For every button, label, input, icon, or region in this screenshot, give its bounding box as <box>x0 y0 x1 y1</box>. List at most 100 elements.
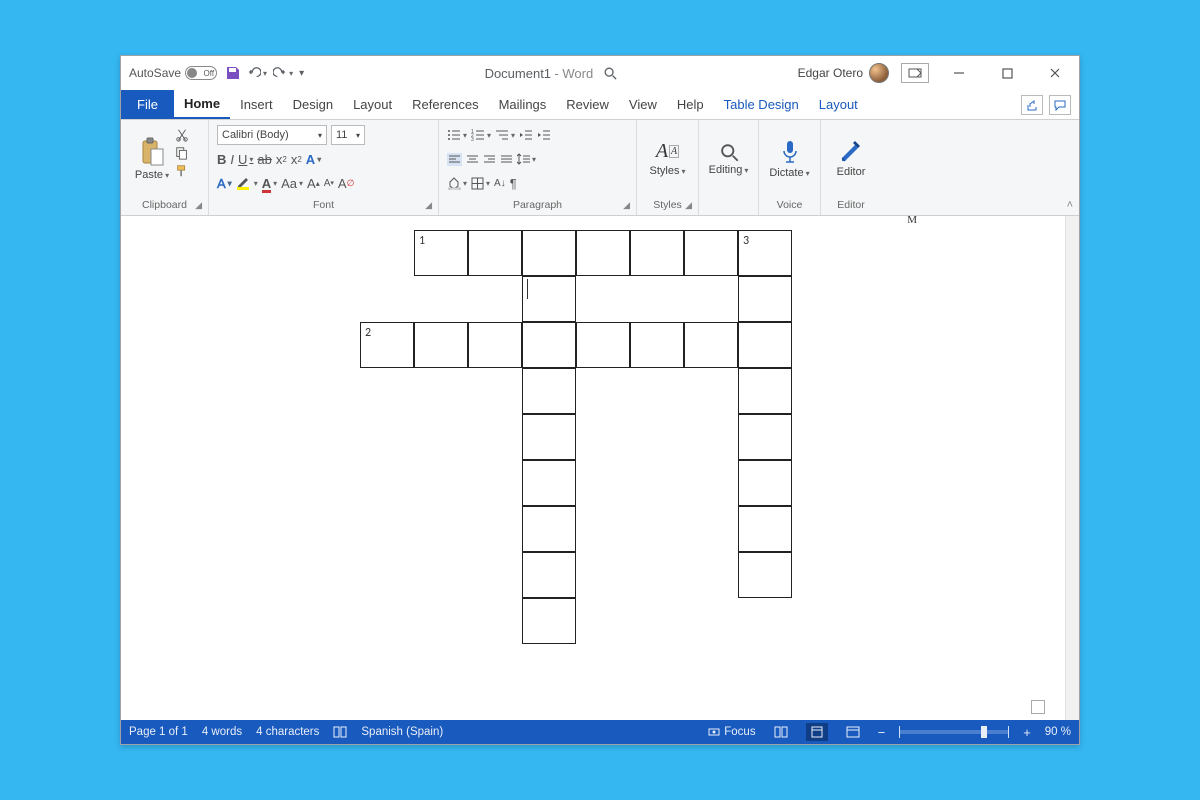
styles-launcher-icon[interactable]: ◢ <box>685 200 692 211</box>
line-spacing-button[interactable] <box>517 153 536 165</box>
redo-button[interactable] <box>273 66 293 80</box>
group-paragraph: 123 A↓ ¶ Par <box>439 120 637 215</box>
editor-button[interactable]: Editor <box>829 124 873 194</box>
paste-button[interactable]: Paste <box>129 124 175 194</box>
shrink-font-button[interactable]: A▾ <box>324 178 334 189</box>
minimize-button[interactable] <box>941 61 977 85</box>
clue-3: 3 <box>743 234 749 248</box>
tab-insert[interactable]: Insert <box>230 90 283 119</box>
comments-button[interactable] <box>1049 95 1071 115</box>
align-left-button[interactable] <box>447 153 462 166</box>
editing-button[interactable]: Editing <box>707 124 750 194</box>
status-chars[interactable]: 4 characters <box>256 726 319 738</box>
undo-button[interactable] <box>247 66 267 80</box>
close-button[interactable] <box>1037 61 1073 85</box>
italic-button[interactable]: I <box>230 152 234 167</box>
zoom-out-button[interactable]: − <box>878 725 886 740</box>
collapse-ribbon-icon[interactable]: ˄ <box>1067 199 1073 211</box>
change-case-button[interactable]: Aa <box>281 176 303 191</box>
user-name: Edgar Otero <box>798 66 863 80</box>
show-marks-button[interactable]: ¶ <box>510 176 517 191</box>
group-editor: Editor Editor <box>821 120 881 215</box>
align-right-button[interactable] <box>483 154 496 165</box>
increase-indent-button[interactable] <box>537 129 551 141</box>
clear-formatting-button[interactable]: A∅ <box>338 176 355 191</box>
tab-home[interactable]: Home <box>174 90 230 119</box>
font-name-select[interactable]: Calibri (Body)▾ <box>217 125 327 145</box>
format-painter-icon[interactable] <box>175 164 189 178</box>
autosave-toggle[interactable]: AutoSave Off <box>129 66 217 80</box>
font-launcher-icon[interactable]: ◢ <box>425 200 432 211</box>
focus-mode-button[interactable]: Focus <box>708 726 755 738</box>
align-center-button[interactable] <box>466 154 479 165</box>
ruler-mark: M <box>907 216 920 226</box>
zoom-slider[interactable] <box>899 730 1009 734</box>
tab-file[interactable]: File <box>121 90 174 119</box>
crossword-table[interactable]: 1 3 2 <box>360 230 1000 690</box>
tab-help[interactable]: Help <box>667 90 714 119</box>
tab-table-layout[interactable]: Layout <box>809 90 868 119</box>
svg-text:3: 3 <box>471 137 474 141</box>
underline-button[interactable]: U <box>238 152 253 167</box>
highlight-button[interactable] <box>236 176 258 190</box>
search-icon[interactable] <box>603 66 617 80</box>
status-language[interactable]: Spanish (Spain) <box>361 726 443 738</box>
zoom-level[interactable]: 90 % <box>1045 726 1071 738</box>
status-words[interactable]: 4 words <box>202 726 242 738</box>
font-outline-button[interactable]: A <box>217 176 232 191</box>
print-layout-icon[interactable] <box>806 723 828 741</box>
tab-design[interactable]: Design <box>283 90 343 119</box>
tab-review[interactable]: Review <box>556 90 619 119</box>
font-color-button[interactable]: A <box>262 176 277 191</box>
ribbon-home: Paste Clipboard◢ <box>121 120 1079 216</box>
dictate-button[interactable]: Dictate <box>767 124 812 194</box>
clue-2: 2 <box>365 326 371 340</box>
tab-table-design[interactable]: Table Design <box>714 90 809 119</box>
bullets-button[interactable] <box>447 129 467 141</box>
shading-button[interactable] <box>447 177 467 190</box>
tab-references[interactable]: References <box>402 90 488 119</box>
borders-button[interactable] <box>471 177 490 190</box>
zoom-in-button[interactable]: + <box>1023 725 1031 740</box>
web-layout-icon[interactable] <box>842 723 864 741</box>
tab-view[interactable]: View <box>619 90 667 119</box>
decrease-indent-button[interactable] <box>519 129 533 141</box>
ribbon-display-options-icon[interactable] <box>901 63 929 83</box>
vertical-scrollbar[interactable] <box>1065 216 1079 720</box>
ribbon-tabs: File Home Insert Design Layout Reference… <box>121 90 1079 120</box>
clipboard-launcher-icon[interactable]: ◢ <box>195 200 202 211</box>
group-editing: Editing <box>699 120 759 215</box>
paste-icon <box>139 137 165 167</box>
save-icon[interactable] <box>225 65 241 81</box>
text-effects-button[interactable]: A <box>306 152 321 167</box>
subscript-button[interactable]: x2 <box>276 152 287 167</box>
font-size-select[interactable]: 11▾ <box>331 125 365 145</box>
justify-button[interactable] <box>500 154 513 165</box>
find-icon <box>719 142 739 162</box>
multilevel-list-button[interactable] <box>495 129 515 141</box>
styles-button[interactable]: AA Styles <box>645 124 690 194</box>
bold-button[interactable]: B <box>217 152 226 167</box>
tab-mailings[interactable]: Mailings <box>489 90 557 119</box>
sort-button[interactable]: A↓ <box>494 178 506 189</box>
superscript-button[interactable]: x2 <box>291 152 302 167</box>
scroll-indicator[interactable] <box>1031 700 1045 714</box>
page: M 1 3 2 <box>160 216 1040 720</box>
status-page[interactable]: Page 1 of 1 <box>129 726 188 738</box>
numbering-button[interactable]: 123 <box>471 129 491 141</box>
document-area[interactable]: M 1 3 2 <box>121 216 1079 720</box>
share-button[interactable] <box>1021 95 1043 115</box>
title-bar: AutoSave Off ▾ Document1 - Word <box>121 56 1079 90</box>
read-mode-icon[interactable] <box>770 723 792 741</box>
paragraph-launcher-icon[interactable]: ◢ <box>623 200 630 211</box>
text-cursor <box>527 279 528 299</box>
cut-icon[interactable] <box>175 128 189 142</box>
grow-font-button[interactable]: A▴ <box>307 176 320 191</box>
editor-icon <box>839 140 863 164</box>
account-button[interactable]: Edgar Otero <box>798 63 889 83</box>
tab-layout[interactable]: Layout <box>343 90 402 119</box>
copy-icon[interactable] <box>175 146 189 160</box>
book-icon[interactable] <box>333 726 347 738</box>
maximize-button[interactable] <box>989 61 1025 85</box>
strikethrough-button[interactable]: ab <box>257 152 271 167</box>
